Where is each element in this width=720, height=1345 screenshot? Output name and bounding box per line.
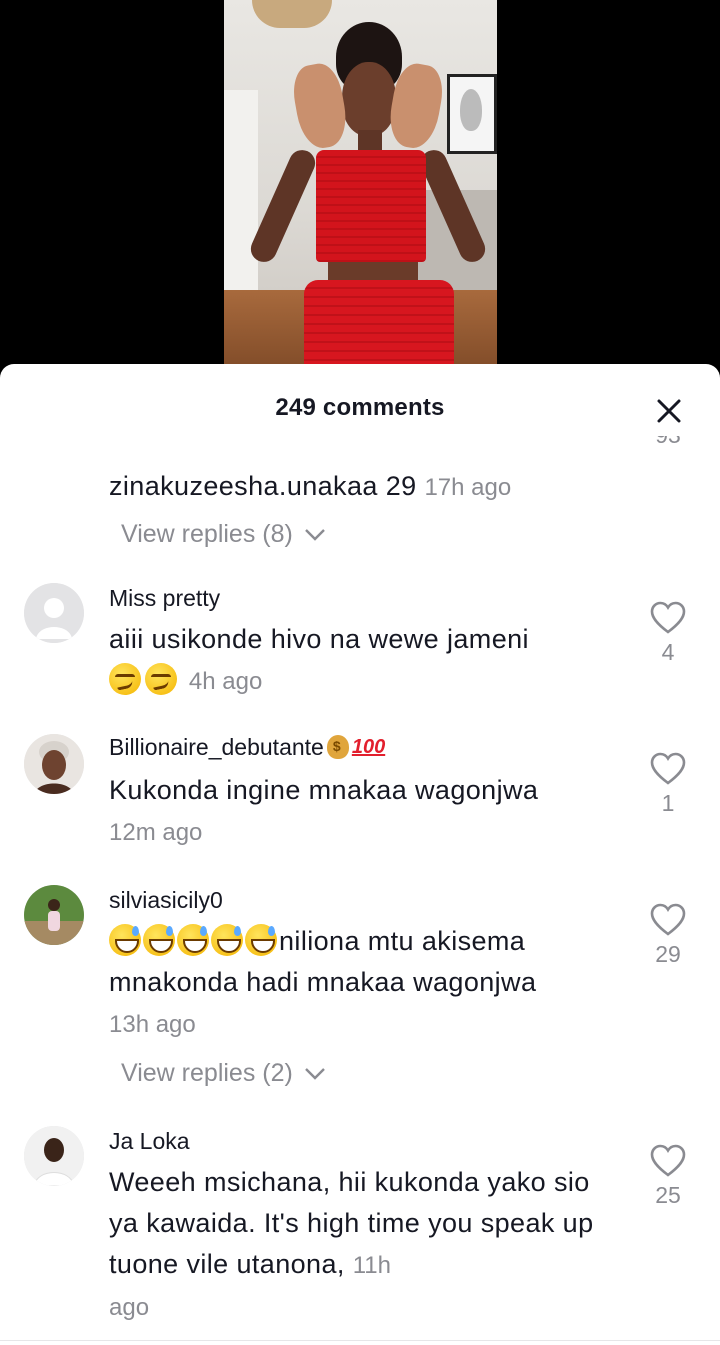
like-count: 4 <box>661 639 675 665</box>
comment-username-row[interactable]: Billionaire_debutante 100 <box>109 734 385 761</box>
bottom-divider <box>0 1340 720 1341</box>
wall-picture <box>447 74 497 154</box>
comments-list[interactable]: Acha stress sasa Kama ndio 93 zinakuzees… <box>0 436 720 1345</box>
video-preview[interactable] <box>224 0 497 380</box>
heart-icon <box>650 903 686 936</box>
comment-username[interactable]: Ja Loka <box>109 1128 190 1155</box>
smirk-icon <box>145 663 177 695</box>
comment-text: zinakuzeesha.unakaa 29 17h ago <box>109 466 624 508</box>
comment-text-cut: Acha stress sasa Kama ndio <box>109 436 624 454</box>
comments-count-title: 249 comments <box>275 394 445 421</box>
like-count: 29 <box>655 941 681 967</box>
view-replies-button[interactable]: View replies (2) <box>121 1059 326 1088</box>
waist <box>328 262 418 282</box>
comments-sheet: 249 comments Acha stress sasa Kama ndio … <box>0 364 720 1345</box>
close-button[interactable] <box>654 396 684 426</box>
red-top <box>316 150 426 262</box>
heart-icon <box>650 601 686 634</box>
comment-text: Kukonda ingine mnakaa wagonjwa 12m ago <box>109 770 624 853</box>
heart-icon <box>650 1144 686 1177</box>
avatar-default[interactable] <box>24 583 84 643</box>
chevron-down-icon <box>304 1068 325 1081</box>
close-icon <box>657 399 681 423</box>
avatar[interactable] <box>24 734 84 794</box>
view-replies-label: View replies (2) <box>121 1059 293 1087</box>
comment-body: aiii usikonde hivo na wewe jameni <box>109 624 529 654</box>
lamp <box>252 0 332 28</box>
user-photo-icon <box>24 734 84 794</box>
grinning-sweat-icon <box>109 924 141 956</box>
grinning-sweat-icon <box>177 924 209 956</box>
like-button[interactable]: 1 <box>648 752 688 817</box>
like-count: 25 <box>655 1182 681 1208</box>
grinning-sweat-icon <box>245 924 277 956</box>
comment-time: 17h ago <box>424 474 512 501</box>
like-count: 1 <box>661 790 675 816</box>
avatar[interactable] <box>24 1126 84 1186</box>
like-count-cut: 93 <box>648 436 688 454</box>
view-replies-label: View replies (8) <box>121 520 293 548</box>
comment-text: aiii usikonde hivo na wewe jameni 4h ago <box>109 619 624 702</box>
comment-username: Billionaire_debutante <box>109 734 324 760</box>
avatar[interactable] <box>24 885 84 945</box>
like-button[interactable]: 29 <box>648 903 688 968</box>
comment-time: 4h ago <box>188 668 263 695</box>
portrait-face <box>460 89 482 131</box>
comment-body: Weeeh msichana, hii kukonda yako sio ya … <box>109 1167 594 1279</box>
comment-time-cont: ago <box>109 1294 150 1321</box>
head <box>342 62 396 136</box>
comment-body: Kukonda ingine mnakaa wagonjwa <box>109 775 539 805</box>
comment-time: 12m ago <box>109 819 203 846</box>
user-photo-icon <box>24 885 84 945</box>
smirk-icon <box>109 663 141 695</box>
view-replies-button[interactable]: View replies (8) <box>121 520 326 549</box>
money-bag-icon <box>326 735 349 759</box>
comment-username[interactable]: silviasicily0 <box>109 887 223 914</box>
comment-time: 11h <box>352 1252 391 1279</box>
comment-text: Weeeh msichana, hii kukonda yako sio ya … <box>109 1162 624 1328</box>
comment-username[interactable]: Miss pretty <box>109 585 220 612</box>
like-button[interactable]: 25 <box>648 1144 688 1209</box>
user-photo-icon <box>24 1126 84 1186</box>
comment-time: 13h ago <box>109 1011 196 1038</box>
heart-icon <box>650 752 686 785</box>
default-avatar-icon <box>24 583 84 643</box>
chevron-down-icon <box>304 529 325 542</box>
like-button[interactable]: 4 <box>648 601 688 666</box>
hundred-points-icon: 100 <box>351 736 386 758</box>
door <box>224 90 258 310</box>
grinning-sweat-icon <box>143 924 175 956</box>
grinning-sweat-icon <box>211 924 243 956</box>
comment-text: niliona mtu akisema mnakonda hadi mnakaa… <box>109 921 624 1045</box>
comment-body: zinakuzeesha.unakaa 29 <box>109 471 417 501</box>
